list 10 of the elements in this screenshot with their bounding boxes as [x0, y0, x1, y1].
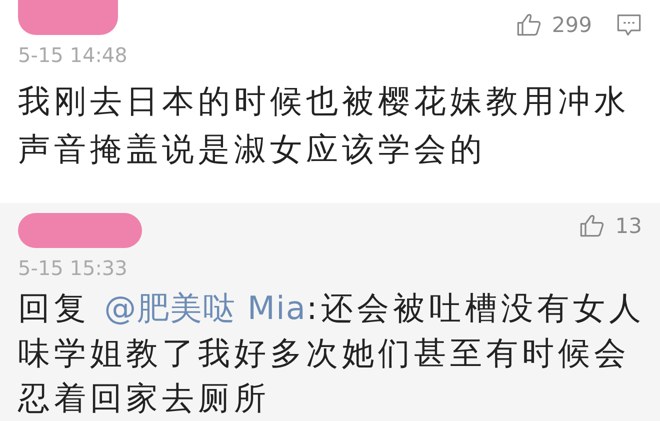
like-count: 299	[552, 13, 592, 37]
thumbs-up-icon[interactable]	[579, 213, 606, 239]
comment-time: 5-15 15:33	[18, 256, 128, 280]
comment-icon[interactable]	[616, 12, 642, 38]
like-count: 13	[615, 214, 642, 238]
comment-time: 5-15 14:48	[18, 43, 128, 67]
thumbs-up-icon[interactable]	[516, 12, 542, 38]
comment-text: 回复 @肥美哒 Mia:还会被吐槽没有女人味学姐教了我好多次她们甚至有时候会忍着回家去厕所	[18, 288, 646, 419]
mention-link[interactable]: @肥美哒 Mia	[104, 289, 306, 327]
comment-text: 我刚去日本的时候也被樱花妹教用冲水声音掩盖说是淑女应该学会的	[18, 81, 631, 170]
